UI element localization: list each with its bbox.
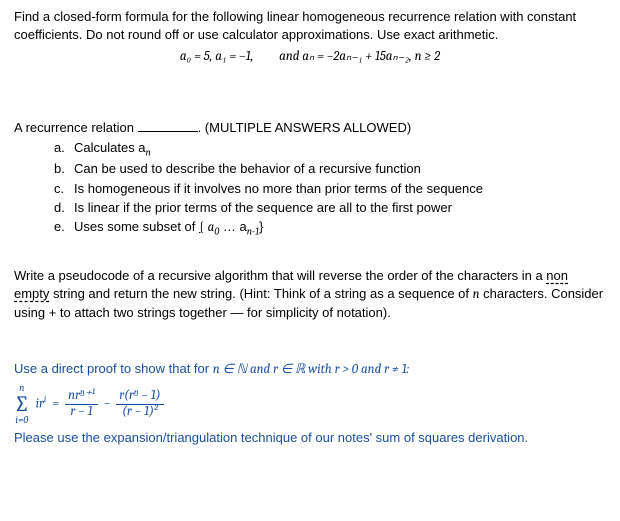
choice-label: d. (54, 199, 74, 217)
var-n: n (473, 287, 480, 302)
sigma-symbol: ∑ (14, 393, 30, 415)
f2-den: (r − 1)² (119, 405, 161, 420)
choice-a[interactable]: a.Calculates an (54, 139, 606, 160)
summand-base: ir (36, 397, 44, 412)
choice-c[interactable]: c.Is homogeneous if it involves no more … (54, 180, 606, 198)
question-1: Find a closed-form formula for the follo… (14, 8, 606, 67)
question-2: A recurrence relation . (MULTIPLE ANSWER… (14, 119, 606, 239)
q3-post: string and return the new string. (Hint:… (49, 286, 472, 301)
summand: iri (36, 394, 47, 414)
f2-num: r(rⁿ − 1) (116, 389, 163, 405)
q3-text: Write a pseudocode of a recursive algori… (14, 267, 606, 323)
q4-intro: Use a direct proof to show that for (14, 361, 213, 376)
q2-stem: A recurrence relation . (MULTIPLE ANSWER… (14, 119, 606, 137)
choice-label: c. (54, 180, 74, 198)
choice-label: a. (54, 139, 74, 157)
choice-label: b. (54, 160, 74, 178)
q4-formula: n ∑ i=0 iri = nrⁿ⁺¹ r − 1 − r(rⁿ − 1) (r… (14, 383, 606, 425)
choice-text: Can be used to describe the behavior of … (74, 161, 421, 176)
choice-text: Calculates a (74, 140, 146, 155)
q2-stem-post: . (MULTIPLE ANSWERS ALLOWED) (198, 120, 412, 135)
set-open: { a (199, 219, 214, 234)
question-3: Write a pseudocode of a recursive algori… (14, 267, 606, 323)
summand-sup: i (44, 395, 46, 405)
f1-den: r − 1 (67, 405, 95, 420)
equals: = (52, 395, 59, 413)
sigma-bottom: i=0 (15, 415, 28, 425)
choice-label: e. (54, 218, 74, 236)
choice-text-pre: Uses some subset of (74, 219, 199, 234)
fill-blank[interactable] (138, 120, 198, 132)
f1-num: nrⁿ⁺¹ (65, 389, 98, 405)
q1-math: a₀ = 5, a₁ = −1, and aₙ = −2aₙ₋₁ + 15aₙ₋… (14, 48, 606, 66)
minus: − (104, 395, 111, 413)
set-close: } (259, 219, 263, 234)
q4-intro-line: Use a direct proof to show that for n ∈ … (14, 360, 606, 379)
choice-e[interactable]: e.Uses some subset of { a0 … an-1} (54, 218, 606, 239)
q1-math-lhs: a₀ = 5, a₁ = −1, (180, 49, 253, 64)
q1-math-rhs: and aₙ = −2aₙ₋₁ + 15aₙ₋₂, n ≥ 2 (279, 49, 440, 64)
q1-prompt: Find a closed-form formula for the follo… (14, 8, 606, 44)
q2-choices: a.Calculates an b.Can be used to describ… (14, 139, 606, 239)
sub1: n-1 (247, 226, 259, 238)
q3-pre: Write a pseudocode of a recursive algori… (14, 268, 546, 283)
choice-d[interactable]: d.Is linear if the prior terms of the se… (54, 199, 606, 217)
subscript: n (146, 146, 151, 158)
question-4: Use a direct proof to show that for n ∈ … (14, 360, 606, 447)
choice-text: Is linear if the prior terms of the sequ… (74, 200, 452, 215)
fraction-1: nrⁿ⁺¹ r − 1 (65, 389, 98, 420)
q4-note: Please use the expansion/triangulation t… (14, 429, 606, 447)
q2-stem-pre: A recurrence relation (14, 120, 138, 135)
choice-text: Is homogeneous if it involves no more th… (74, 181, 483, 196)
q4-cond: n ∈ ℕ and r ∈ ℝ with r > 0 and r ≠ 1: (213, 362, 409, 377)
fraction-2: r(rⁿ − 1) (r − 1)² (116, 389, 163, 420)
sigma-icon: n ∑ i=0 (14, 383, 30, 425)
dots: … a (219, 219, 246, 234)
choice-b[interactable]: b.Can be used to describe the behavior o… (54, 160, 606, 178)
